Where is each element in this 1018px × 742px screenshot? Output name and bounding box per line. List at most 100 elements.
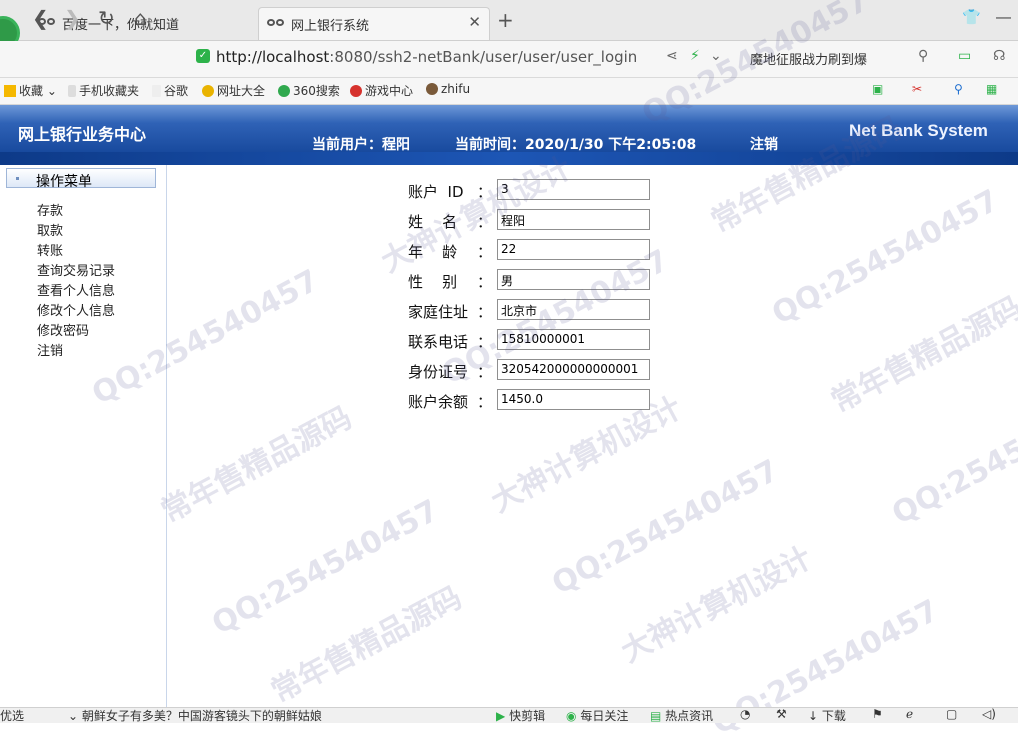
bookmark-favorites[interactable]: 收藏 ⌄ xyxy=(4,82,57,99)
headset-icon[interactable]: ☊ xyxy=(993,48,1005,64)
home-icon[interactable]: ⌂ xyxy=(134,6,147,30)
status-label: 每日关注 xyxy=(580,709,629,723)
label-colon: ： xyxy=(477,363,493,381)
menu-item-deposit[interactable]: 存款 xyxy=(37,200,63,219)
menu-title: 操作菜单 xyxy=(36,174,92,190)
bookmark-label: 网址大全 xyxy=(217,84,266,98)
gamepad-icon[interactable]: ▦ xyxy=(986,82,997,96)
url-field[interactable]: http://localhost:8080/ssh2-netBank/user/… xyxy=(216,48,637,66)
video-icon: ▶ xyxy=(496,709,506,723)
hot-search-text[interactable]: 魔地征服战力刷到爆 xyxy=(750,49,867,68)
gender-field[interactable]: 男 xyxy=(497,269,650,290)
dropdown-icon[interactable]: ⌄ xyxy=(710,48,722,64)
watermark-text: 常年售精品源码 xyxy=(155,400,358,530)
bookmark-google[interactable]: 谷歌 xyxy=(152,82,188,99)
bookmark-label: 谷歌 xyxy=(164,84,189,98)
shirt-icon[interactable]: 👕 xyxy=(962,8,981,26)
label-colon: ： xyxy=(477,183,493,201)
status-label: 热点资讯 xyxy=(665,709,714,723)
site-title-en: Net Bank System xyxy=(849,121,988,140)
hot-news-button[interactable]: ▤ 热点资讯 xyxy=(650,707,713,724)
bookmark-label: 游戏中心 xyxy=(365,84,414,98)
lightning-icon[interactable]: ⚡ xyxy=(690,48,700,64)
star-icon xyxy=(4,85,16,97)
status-item[interactable]: 优选 xyxy=(0,707,24,724)
menu-item-withdraw[interactable]: 取款 xyxy=(37,220,63,239)
label-colon: ： xyxy=(477,393,493,411)
menu-item-transactions[interactable]: 查询交易记录 xyxy=(37,260,115,279)
new-tab-icon[interactable]: + xyxy=(497,8,514,32)
quick-edit-button[interactable]: ▶ 快剪辑 xyxy=(496,707,545,724)
news-icon: ▤ xyxy=(650,709,662,723)
label-colon: ： xyxy=(477,303,493,321)
bookmark-360[interactable]: 360搜索 xyxy=(278,82,340,99)
volume-icon[interactable]: ◁) xyxy=(982,707,996,721)
id-number-field[interactable]: 320542000000000001 xyxy=(497,359,650,380)
close-tab-icon[interactable]: ✕ xyxy=(468,13,481,31)
watermark-text: 常年售精品源码 xyxy=(825,290,1018,420)
sidebar xyxy=(0,165,167,707)
translate-icon[interactable]: ▣ xyxy=(872,82,883,96)
logout-link[interactable]: 注销 xyxy=(750,134,778,154)
watermark-text: QQ:254540457 xyxy=(766,183,1005,332)
watermark-text: QQ:254540457 xyxy=(206,493,445,642)
account-id-field[interactable]: 3 xyxy=(497,179,650,200)
label-account-id: 账户 ID xyxy=(408,183,464,201)
minimize-icon[interactable]: ― xyxy=(996,8,1011,26)
broom-icon[interactable]: ⚒ xyxy=(776,707,787,721)
bookmark-games[interactable]: 游戏中心 xyxy=(350,82,413,99)
menu-item-edit-profile[interactable]: 修改个人信息 xyxy=(37,300,115,319)
name-field[interactable]: 程阳 xyxy=(497,209,650,230)
browser-tab-netbank[interactable]: 网上银行系统 ✕ xyxy=(258,7,490,40)
menu-item-logout[interactable]: 注销 xyxy=(37,340,63,359)
bookmark-zhifu[interactable]: zhifu xyxy=(426,82,470,96)
bookmark-mobile[interactable]: 手机收藏夹 xyxy=(68,82,139,99)
back-icon[interactable]: ❮ xyxy=(32,6,49,30)
address-field[interactable]: 北京市 xyxy=(497,299,650,320)
current-user: 当前用户：程阳 xyxy=(312,137,410,153)
paw-icon xyxy=(267,17,285,28)
news-ticker[interactable]: ⌄ 朝鲜女子有多美？中国游客镜头下的朝鲜姑娘 xyxy=(68,707,322,724)
flag-icon[interactable]: ⚑ xyxy=(872,707,883,721)
label-colon: ： xyxy=(477,273,493,291)
scissors-icon[interactable]: ✂ xyxy=(912,82,922,96)
balance-field[interactable]: 1450.0 xyxy=(497,389,650,410)
phone-icon xyxy=(68,85,76,97)
menu-item-change-password[interactable]: 修改密码 xyxy=(37,320,89,339)
label-colon: ： xyxy=(477,243,493,261)
site-title: 网上银行业务中心 xyxy=(18,125,147,144)
secure-shield-icon: ✓ xyxy=(196,49,210,63)
label-age: 年 龄 xyxy=(408,243,458,261)
magnifier-icon[interactable]: ⚲ xyxy=(954,82,963,96)
watermark-text: QQ:254540457 xyxy=(546,453,785,602)
bookmark-label: 手机收藏夹 xyxy=(79,84,140,98)
bookmark-label: zhifu xyxy=(441,82,471,96)
phone-field[interactable]: 15810000001 xyxy=(497,329,650,350)
age-field[interactable]: 22 xyxy=(497,239,650,260)
watermark-text: QQ:254540457 xyxy=(886,383,1018,532)
current-time: 当前时间：2020/1/30 下午2:05:08 xyxy=(455,137,697,153)
menu-item-transfer[interactable]: 转账 xyxy=(37,240,63,259)
watermark-text: 大神计算机设计 xyxy=(615,540,818,670)
reload-icon[interactable]: ↻ xyxy=(98,6,115,30)
menu-item-view-profile[interactable]: 查看个人信息 xyxy=(37,280,115,299)
label-balance: 账户余额 xyxy=(408,393,469,411)
download-button[interactable]: ↓ 下载 xyxy=(808,707,846,724)
play-circle-icon: ◉ xyxy=(566,709,577,723)
globe-icon xyxy=(202,85,214,97)
label-phone: 联系电话 xyxy=(408,333,469,351)
label-id-number: 身份证号 xyxy=(408,363,469,381)
ie-icon[interactable]: ℯ xyxy=(906,707,913,721)
bookmark-hao[interactable]: 网址大全 xyxy=(202,82,265,99)
battery-icon: ▭ xyxy=(958,48,972,64)
watermark-text: 常年售精品源码 xyxy=(265,580,468,710)
daily-focus-button[interactable]: ◉ 每日关注 xyxy=(566,707,628,724)
search-icon[interactable]: ⚲ xyxy=(918,48,928,64)
search-360-icon xyxy=(278,85,290,97)
window-icon[interactable]: ▢ xyxy=(946,707,957,721)
forward-icon[interactable]: ❯ xyxy=(64,6,81,30)
label-colon: ： xyxy=(477,213,493,231)
share-icon[interactable]: ⋖ xyxy=(666,48,678,64)
page-icon xyxy=(152,85,161,97)
speed-icon[interactable]: ◔ xyxy=(740,707,750,721)
